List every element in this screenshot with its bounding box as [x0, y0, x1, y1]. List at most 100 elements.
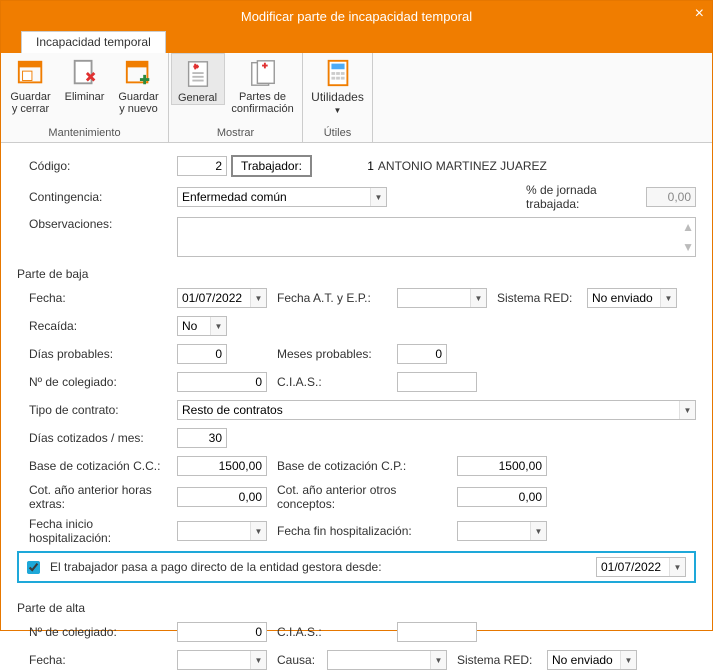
base-cc-input[interactable]: [177, 456, 267, 476]
dias-cot-label: Días cotizados / mes:: [29, 431, 177, 445]
window-title: Modificar parte de incapacidad temporal: [241, 9, 472, 24]
chevron-down-icon[interactable]: ▼: [430, 651, 446, 669]
alta-cias-label: C.I.A.S.:: [277, 625, 397, 639]
confirm-parts-label: Partes de confirmación: [231, 91, 293, 115]
worker-button[interactable]: Trabajador:: [231, 155, 312, 177]
tabstrip: Incapacidad temporal: [1, 31, 712, 53]
baja-fecha-at-combo[interactable]: ▼: [397, 288, 487, 308]
utilities-button[interactable]: Utilidades▼: [305, 53, 371, 117]
pct-input: [646, 187, 696, 207]
tab-incapacidad[interactable]: Incapacidad temporal: [21, 31, 166, 53]
chevron-down-icon[interactable]: ▼: [620, 651, 636, 669]
alta-ncol-input[interactable]: [177, 622, 267, 642]
tipo-contrato-combo[interactable]: ▼: [177, 400, 696, 420]
save-new-icon: [123, 57, 155, 89]
code-label: Código:: [29, 159, 177, 173]
baja-fecha-label: Fecha:: [29, 291, 177, 305]
tipo-contrato-label: Tipo de contrato:: [29, 403, 177, 417]
calculator-icon: [322, 57, 354, 89]
alta-causa-label: Causa:: [277, 653, 327, 667]
alta-sred-label: Sistema RED:: [457, 653, 547, 667]
pago-directo-checkbox[interactable]: [27, 561, 40, 574]
group-show-label: Mostrar: [217, 125, 254, 142]
section-baja-title: Parte de baja: [17, 267, 696, 281]
save-icon: [15, 57, 47, 89]
alta-cias-input[interactable]: [397, 622, 477, 642]
general-button[interactable]: General: [171, 53, 225, 105]
obs-textarea[interactable]: ▲▼: [177, 217, 696, 257]
baja-cias-label: C.I.A.S.:: [277, 375, 397, 389]
save-new-label: Guardar y nuevo: [118, 91, 158, 115]
delete-icon: [69, 57, 101, 89]
delete-label: Eliminar: [65, 91, 105, 103]
recaida-label: Recaída:: [29, 319, 177, 333]
cot-oc-input[interactable]: [457, 487, 547, 507]
cot-he-label: Cot. año anterior horas extras:: [29, 483, 177, 511]
dias-prob-label: Días probables:: [29, 347, 177, 361]
alta-sred-combo[interactable]: ▼: [547, 650, 637, 670]
close-icon[interactable]: ×: [695, 5, 704, 23]
ribbon: Guardar y cerrar Eliminar Guardar y nuev…: [1, 53, 712, 143]
base-cc-label: Base de cotización C.C.:: [29, 459, 177, 473]
hosp-fin-combo[interactable]: ▼: [457, 521, 547, 541]
save-close-label: Guardar y cerrar: [10, 91, 50, 115]
delete-button[interactable]: Eliminar: [58, 53, 112, 103]
cot-oc-label: Cot. año anterior otros conceptos:: [277, 483, 457, 511]
meses-prob-label: Meses probables:: [277, 347, 397, 361]
pago-directo-box: El trabajador pasa a pago directo de la …: [17, 551, 696, 583]
chevron-down-icon[interactable]: ▼: [250, 522, 266, 540]
chevron-down-icon[interactable]: ▼: [250, 289, 266, 307]
save-close-button[interactable]: Guardar y cerrar: [4, 53, 58, 115]
titlebar: Modificar parte de incapacidad temporal …: [1, 1, 712, 31]
pct-label: % de jornada trabajada:: [526, 183, 646, 211]
baja-ncol-label: Nº de colegiado:: [29, 375, 177, 389]
chevron-down-icon: ▼: [334, 106, 342, 115]
alta-causa-combo[interactable]: ▼: [327, 650, 447, 670]
dias-prob-input[interactable]: [177, 344, 227, 364]
contingency-combo[interactable]: ▼: [177, 187, 387, 207]
baja-sred-label: Sistema RED:: [497, 291, 587, 305]
chevron-down-icon[interactable]: ▼: [370, 188, 386, 206]
alta-fecha-label: Fecha:: [29, 653, 177, 667]
baja-fecha-at-label: Fecha A.T. y E.P.:: [277, 291, 397, 305]
dias-cot-input[interactable]: [177, 428, 227, 448]
section-alta-title: Parte de alta: [17, 601, 696, 615]
hosp-fin-label: Fecha fin hospitalización:: [277, 524, 457, 538]
alta-ncol-label: Nº de colegiado:: [29, 625, 177, 639]
chevron-down-icon[interactable]: ▼: [660, 289, 676, 307]
chevron-down-icon[interactable]: ▼: [669, 558, 685, 576]
chevron-down-icon[interactable]: ▼: [250, 651, 266, 669]
group-utils-label: Útiles: [324, 125, 352, 142]
hosp-ini-combo[interactable]: ▼: [177, 521, 267, 541]
chevron-down-icon[interactable]: ▼: [679, 401, 695, 419]
confirm-parts-button[interactable]: Partes de confirmación: [225, 53, 301, 115]
chevron-down-icon[interactable]: ▼: [530, 522, 546, 540]
save-new-button[interactable]: Guardar y nuevo: [112, 53, 166, 115]
document-icon: [182, 58, 214, 90]
baja-sred-combo[interactable]: ▼: [587, 288, 677, 308]
scroll-arrows[interactable]: ▲▼: [683, 220, 693, 254]
baja-cias-input[interactable]: [397, 372, 477, 392]
chevron-down-icon[interactable]: ▼: [210, 317, 226, 335]
alta-fecha-combo[interactable]: ▼: [177, 650, 267, 670]
contingency-label: Contingencia:: [29, 190, 177, 204]
chevron-down-icon[interactable]: ▼: [470, 289, 486, 307]
code-input[interactable]: [177, 156, 227, 176]
pago-directo-label: El trabajador pasa a pago directo de la …: [50, 560, 590, 574]
pago-directo-fecha-combo[interactable]: ▼: [596, 557, 686, 577]
baja-ncol-input[interactable]: [177, 372, 267, 392]
worker-name: ANTONIO MARTINEZ JUAREZ: [378, 159, 547, 173]
general-label: General: [178, 92, 217, 104]
meses-prob-input[interactable]: [397, 344, 447, 364]
worker-code: [316, 156, 378, 176]
utilities-label: Utilidades▼: [311, 91, 364, 117]
base-cp-label: Base de cotización C.P.:: [277, 459, 457, 473]
cot-he-input[interactable]: [177, 487, 267, 507]
contingency-value[interactable]: [178, 188, 370, 206]
baja-fecha-combo[interactable]: ▼: [177, 288, 267, 308]
form-body: Código: Trabajador: ANTONIO MARTINEZ JUA…: [1, 143, 712, 671]
hosp-ini-label: Fecha inicio hospitalización:: [29, 517, 177, 545]
base-cp-input[interactable]: [457, 456, 547, 476]
recaida-combo[interactable]: ▼: [177, 316, 227, 336]
obs-label: Observaciones:: [29, 217, 177, 231]
